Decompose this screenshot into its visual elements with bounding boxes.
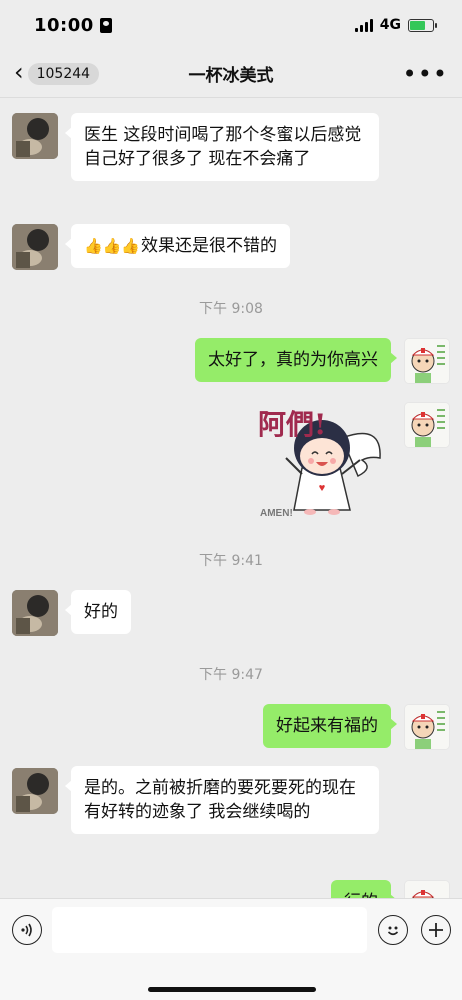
network-type: 4G xyxy=(379,17,401,33)
battery-level xyxy=(410,20,426,30)
more-dots-icon[interactable]: ••• xyxy=(403,62,448,86)
angel-sticker[interactable]: 阿們! AMEN! xyxy=(242,398,387,528)
message-timestamp: 下午 9:41 xyxy=(199,553,263,569)
home-indicator xyxy=(148,987,316,992)
message-bubble-received[interactable]: 👍👍👍效果还是很不错的 xyxy=(64,224,291,268)
my-avatar[interactable] xyxy=(404,402,450,448)
input-bar xyxy=(0,898,462,1000)
contact-avatar[interactable] xyxy=(12,768,58,814)
message-input[interactable] xyxy=(52,907,367,953)
sticker-caption: AMEN! xyxy=(260,508,293,519)
message-bubble-sent[interactable]: 好起来有福的 xyxy=(263,704,397,748)
message-bubble-sent[interactable]: 太好了，真的为你高兴 xyxy=(195,338,397,382)
signal-icon xyxy=(354,18,373,32)
battery-charging-icon xyxy=(408,18,437,32)
message-bubble-received[interactable]: 是的。之前被折磨的要死要死的现在有好转的迹象了 我会继续喝的 xyxy=(65,766,379,834)
voice-icon[interactable] xyxy=(12,915,42,945)
contact-avatar[interactable] xyxy=(12,590,58,636)
status-time: 10:00 xyxy=(34,14,94,36)
unread-count-badge: 105244 xyxy=(27,62,100,85)
message-timestamp: 下午 9:47 xyxy=(199,667,263,683)
contact-avatar[interactable] xyxy=(12,113,58,159)
emoji-icon[interactable] xyxy=(378,915,408,945)
status-bar: 10:00 4G xyxy=(0,0,462,50)
sticker-text: 阿們! xyxy=(258,408,326,441)
back-button[interactable]: ‹ 105244 xyxy=(14,58,100,86)
chat-header: ‹ 105244 一杯冰美式 ••• xyxy=(0,50,462,98)
message-bubble-received[interactable]: 医生 这段时间喝了那个冬蜜以后感觉自己好了很多了 现在不会痛了 xyxy=(65,113,379,181)
message-timestamp: 下午 9:08 xyxy=(199,301,263,317)
my-avatar[interactable] xyxy=(404,880,450,898)
id-card-icon xyxy=(99,17,112,33)
message-bubble-sent[interactable]: 行的 xyxy=(331,880,397,898)
message-text: 效果还是很不错的 xyxy=(141,236,278,256)
chevron-left-icon: ‹ xyxy=(14,58,24,86)
my-avatar[interactable] xyxy=(404,704,450,750)
contact-avatar[interactable] xyxy=(12,224,58,270)
my-avatar[interactable] xyxy=(404,338,450,384)
message-bubble-received[interactable]: 好的 xyxy=(65,590,131,634)
plus-icon[interactable] xyxy=(421,915,451,945)
thumbs-up-icon: 👍👍👍 xyxy=(84,237,141,255)
message-list[interactable]: 医生 这段时间喝了那个冬蜜以后感觉自己好了很多了 现在不会痛了 👍👍👍效果还是很… xyxy=(0,98,462,898)
